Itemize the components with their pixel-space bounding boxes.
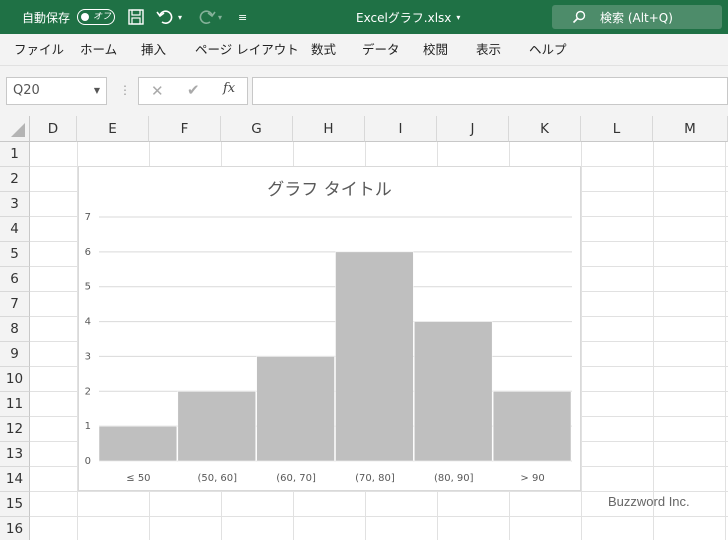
autosave-state: オフ [93, 12, 112, 22]
y-tick-label: 2 [85, 386, 91, 397]
row-header-8[interactable]: 8 [0, 317, 30, 342]
histogram-chart[interactable]: グラフ タイトル 0 1 2 3 4 5 6 7 ≤ 50 (50, 60] (60, 70] (70… [78, 166, 581, 491]
toggle-knob [81, 13, 89, 21]
tab-page-layout[interactable]: ページ レイアウト [195, 34, 299, 66]
y-tick-label: 6 [85, 247, 91, 258]
name-box-dropdown-icon[interactable]: ▼ [94, 78, 100, 104]
histogram-bar [256, 356, 335, 462]
autosave-label: 自動保存 [22, 10, 71, 25]
row-header-4[interactable]: 4 [0, 217, 30, 242]
column-header-k[interactable]: K [509, 116, 581, 142]
tab-file[interactable]: ファイル [14, 34, 64, 66]
search-icon [572, 10, 586, 24]
column-header-m[interactable]: M [653, 116, 728, 142]
y-tick-label: 0 [85, 456, 91, 467]
insert-function-icon[interactable]: fx [223, 81, 235, 96]
file-dropdown-icon: ▾ [456, 12, 461, 22]
formula-bar: Q20 ▼ ⋮ ✕ ✔ fx [0, 66, 728, 116]
x-tick-label: (80, 90] [434, 473, 474, 484]
histogram-bar [98, 425, 178, 462]
column-header-j[interactable]: J [437, 116, 509, 142]
histogram-bar [177, 391, 256, 462]
tab-insert[interactable]: 挿入 [141, 34, 166, 66]
formula-input[interactable] [252, 77, 728, 105]
histogram-bar [335, 251, 414, 462]
tab-review[interactable]: 校閲 [423, 34, 448, 66]
row-header-9[interactable]: 9 [0, 342, 30, 367]
column-header-i[interactable]: I [365, 116, 437, 142]
redo-dropdown-icon[interactable]: ▾ [218, 0, 222, 34]
x-tick-label: (60, 70] [276, 473, 316, 484]
row-header-5[interactable]: 5 [0, 242, 30, 267]
histogram-bar [414, 321, 493, 462]
select-all-button[interactable] [0, 116, 30, 142]
formula-buttons: ✕ ✔ fx [138, 77, 248, 105]
x-tick-label: (70, 80] [355, 473, 395, 484]
x-tick-label: ≤ 50 [126, 473, 150, 484]
file-title[interactable]: Excelグラフ.xlsx ▾ [356, 0, 460, 34]
column-header-f[interactable]: F [149, 116, 221, 142]
row-header-6[interactable]: 6 [0, 267, 30, 292]
autosave-toggle[interactable]: オフ [77, 9, 115, 25]
file-name: Excelグラフ.xlsx [356, 10, 452, 25]
row-header-14[interactable]: 14 [0, 467, 30, 492]
y-tick-label: 5 [85, 282, 91, 293]
row-header-12[interactable]: 12 [0, 417, 30, 442]
row-header-3[interactable]: 3 [0, 192, 30, 217]
histogram-bar [492, 391, 572, 462]
row-header-16[interactable]: 16 [0, 517, 30, 540]
row-header-13[interactable]: 13 [0, 442, 30, 467]
y-tick-label: 3 [85, 351, 91, 362]
column-header-g[interactable]: G [221, 116, 293, 142]
row-header-7[interactable]: 7 [0, 292, 30, 317]
watermark: Buzzword Inc. [608, 494, 690, 509]
tab-formulas[interactable]: 数式 [311, 34, 336, 66]
save-icon[interactable] [127, 0, 145, 34]
row-header-1[interactable]: 1 [0, 142, 30, 167]
row-header-10[interactable]: 10 [0, 367, 30, 392]
row-header-11[interactable]: 11 [0, 392, 30, 417]
tab-data[interactable]: データ [362, 34, 400, 66]
column-header-d[interactable]: D [30, 116, 77, 142]
more-options-icon[interactable]: ⋮ [119, 83, 131, 97]
tab-help[interactable]: ヘルプ [529, 34, 567, 66]
redo-icon[interactable] [196, 0, 216, 34]
column-header-h[interactable]: H [293, 116, 365, 142]
undo-dropdown-icon[interactable]: ▾ [178, 0, 182, 34]
undo-icon[interactable] [156, 0, 176, 34]
search-box[interactable]: 検索 (Alt+Q) [552, 5, 722, 29]
row-header-15[interactable]: 15 [0, 492, 30, 517]
tab-home[interactable]: ホーム [80, 34, 117, 66]
x-tick-label: (50, 60] [197, 473, 237, 484]
x-tick-label: > 90 [520, 473, 544, 484]
column-header-l[interactable]: L [581, 116, 653, 142]
title-bar: 自動保存 オフ ▾ ▾ ≡ Excelグラフ.xlsx ▾ 検索 (Alt+Q) [0, 0, 728, 34]
cancel-icon[interactable]: ✕ [151, 82, 164, 100]
y-tick-label: 4 [85, 317, 91, 328]
y-tick-label: 1 [85, 421, 91, 432]
row-header-2[interactable]: 2 [0, 167, 30, 192]
excel-window: 自動保存 オフ ▾ ▾ ≡ Excelグラフ.xlsx ▾ 検索 (Alt+Q)… [0, 0, 728, 540]
y-tick-label: 7 [85, 212, 91, 223]
name-box-value: Q20 [13, 83, 40, 98]
ribbon-tabs: ファイル ホーム 挿入 ページ レイアウト 数式 データ 校閲 表示 ヘルプ [0, 34, 728, 66]
enter-icon[interactable]: ✔ [187, 81, 200, 99]
name-box[interactable]: Q20 ▼ [6, 77, 107, 105]
column-header-e[interactable]: E [77, 116, 149, 142]
customize-quick-access-icon[interactable]: ≡ [238, 0, 247, 34]
chart-plot-area: 0 1 2 3 4 5 6 7 ≤ 50 (50, 60] (60, 70] (70, 80] (80,… [85, 212, 572, 484]
tab-view[interactable]: 表示 [476, 34, 501, 66]
search-label: 検索 (Alt+Q) [600, 10, 673, 25]
